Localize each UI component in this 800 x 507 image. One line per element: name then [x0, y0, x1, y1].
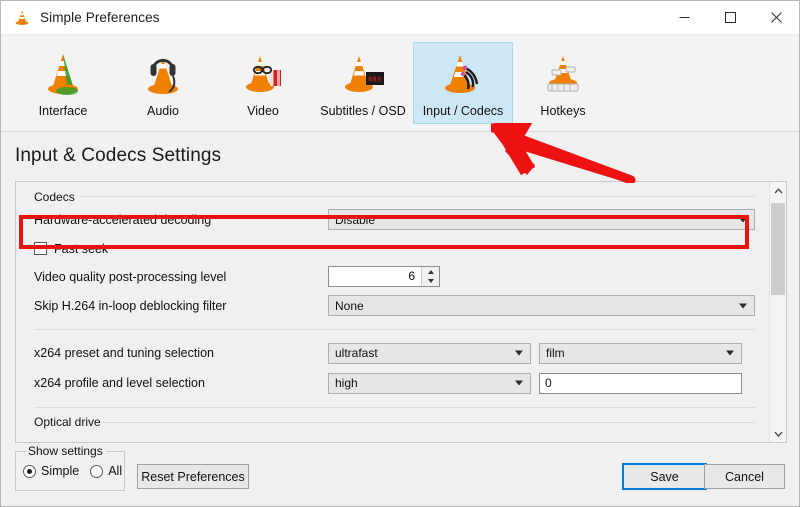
fast-seek-checkbox[interactable]	[34, 242, 47, 255]
settings-scrollbar[interactable]	[769, 182, 786, 442]
radio-simple[interactable]: Simple	[23, 464, 79, 478]
combo-value: film	[546, 346, 565, 360]
tab-label: Audio	[147, 104, 179, 118]
save-button[interactable]: Save	[622, 463, 707, 490]
chevron-down-icon	[726, 350, 734, 356]
post-processing-spinner[interactable]: 6	[328, 266, 440, 287]
close-icon[interactable]	[753, 1, 799, 34]
x264-level-input[interactable]: 0	[539, 372, 742, 394]
settings-scroll-area: Codecs Hardware-accelerated decoding Dis…	[16, 182, 769, 442]
chevron-down-icon	[515, 380, 523, 386]
group-rule	[80, 196, 755, 197]
scroll-up-icon[interactable]	[770, 182, 787, 199]
radio-dot-icon	[23, 464, 36, 478]
post-processing-label: Video quality post-processing level	[34, 269, 227, 284]
preferences-window: Simple Preferences Interface Audio Video…	[0, 0, 800, 507]
settings-panel: Codecs Hardware-accelerated decoding Dis…	[15, 181, 787, 443]
chevron-down-icon	[515, 350, 523, 356]
group-header-optical-drive: Optical drive	[16, 408, 769, 430]
x264-preset-combo[interactable]: ultrafast	[328, 342, 531, 364]
spinner-value: 6	[408, 269, 415, 283]
chevron-down-icon	[739, 217, 747, 222]
scroll-down-icon[interactable]	[770, 425, 787, 442]
radio-dot-icon	[90, 464, 104, 478]
radio-all[interactable]: All	[90, 464, 122, 478]
tab-label: Interface	[38, 104, 88, 118]
vlc-cone-headphones-icon	[137, 50, 189, 100]
tab-interface[interactable]: Interface	[13, 42, 113, 124]
vlc-cone-subtitles-icon: 88 8	[337, 50, 389, 100]
tab-label: Input / Codecs	[422, 104, 504, 118]
button-label: Save	[650, 469, 679, 484]
row-deblocking-filter: Skip H.264 in-loop deblocking filter Non…	[16, 291, 769, 320]
row-fast-seek[interactable]: Fast seek	[16, 235, 769, 262]
hardware-decoding-combo[interactable]: Disable	[328, 209, 755, 230]
spinner-buttons	[421, 267, 439, 286]
preferences-toolbar: Interface Audio Video 88 8 Subtitles / O…	[1, 35, 799, 132]
window-controls	[661, 1, 799, 34]
tab-audio[interactable]: Audio	[113, 42, 213, 124]
x264-preset-label: x264 preset and tuning selection	[34, 346, 214, 360]
vlc-cone-input-codecs-icon	[437, 50, 489, 100]
chevron-down-icon	[739, 303, 747, 308]
spinner-down-icon[interactable]	[422, 277, 439, 287]
spinner-up-icon[interactable]	[422, 267, 439, 277]
combo-value: ultrafast	[335, 346, 378, 360]
reset-preferences-button[interactable]: Reset Preferences	[137, 464, 249, 489]
svg-text:8: 8	[377, 76, 381, 84]
tab-label: Video	[247, 104, 279, 118]
section-divider	[34, 329, 755, 330]
group-rule	[102, 422, 755, 423]
row-x264-preset: x264 preset and tuning selection ultrafa…	[16, 338, 769, 368]
x264-tuning-combo[interactable]: film	[539, 342, 742, 364]
textbox-value: 0	[545, 376, 552, 390]
vlc-cone-video-icon	[237, 50, 289, 100]
scrollbar-track[interactable]	[770, 199, 787, 425]
minimize-icon[interactable]	[661, 1, 707, 34]
tab-hotkeys[interactable]: Hotkeys	[513, 42, 613, 124]
tab-video[interactable]: Video	[213, 42, 313, 124]
cancel-button[interactable]: Cancel	[704, 464, 785, 489]
row-post-processing: Video quality post-processing level 6	[16, 262, 769, 291]
show-settings-legend: Show settings	[25, 444, 106, 458]
group-label: Codecs	[34, 190, 75, 204]
button-label: Cancel	[725, 469, 764, 484]
combo-value: Disable	[335, 212, 376, 227]
radio-all-label: All	[108, 464, 123, 478]
radio-simple-label: Simple	[41, 464, 80, 478]
combo-value: high	[335, 376, 358, 390]
vlc-cone-icon	[13, 9, 31, 27]
tab-label: Hotkeys	[540, 104, 586, 118]
window-title: Simple Preferences	[40, 10, 160, 25]
group-label: Optical drive	[34, 415, 101, 429]
vlc-cone-hotkeys-icon	[537, 50, 589, 100]
tab-label: Subtitles / OSD	[320, 104, 406, 118]
scrollbar-thumb[interactable]	[770, 203, 785, 295]
button-label: Reset Preferences	[141, 469, 245, 484]
hardware-decoding-label: Hardware-accelerated decoding	[34, 212, 212, 227]
deblocking-filter-combo[interactable]: None	[328, 295, 755, 316]
x264-profile-combo[interactable]: high	[328, 372, 531, 394]
group-header-codecs: Codecs	[16, 182, 769, 204]
row-x264-profile: x264 profile and level selection high 0	[16, 368, 769, 398]
combo-value: None	[335, 298, 364, 313]
show-settings-group: Show settings Simple All	[15, 444, 125, 491]
dialog-footer: Show settings Simple All Reset Preferenc…	[1, 443, 799, 506]
maximize-icon[interactable]	[707, 1, 753, 34]
vlc-cone-interface-icon	[37, 50, 89, 100]
title-bar: Simple Preferences	[1, 1, 799, 35]
row-hardware-decoding: Hardware-accelerated decoding Disable	[16, 204, 769, 235]
x264-profile-label: x264 profile and level selection	[34, 376, 205, 390]
deblocking-filter-label: Skip H.264 in-loop deblocking filter	[34, 298, 227, 313]
page-title: Input & Codecs Settings	[15, 145, 222, 166]
svg-text:88: 88	[368, 76, 376, 84]
tab-subtitles-osd[interactable]: 88 8 Subtitles / OSD	[313, 42, 413, 124]
fast-seek-label: Fast seek	[54, 241, 109, 256]
tab-input-codecs[interactable]: Input / Codecs	[413, 42, 513, 124]
